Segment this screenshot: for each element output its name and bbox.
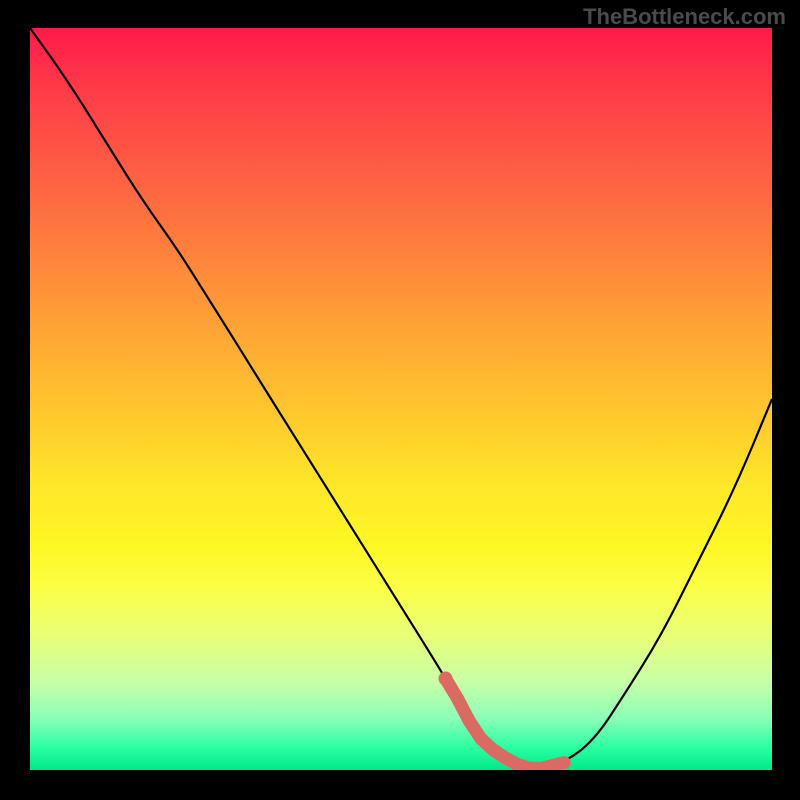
watermark-text: TheBottleneck.com (583, 4, 786, 30)
plot-area (30, 28, 772, 770)
chart-container: TheBottleneck.com (0, 0, 800, 800)
optimal-start-dot (439, 672, 453, 686)
bottleneck-curve (30, 28, 772, 768)
curve-overlay (30, 28, 772, 770)
optimal-range-highlight (446, 679, 565, 769)
